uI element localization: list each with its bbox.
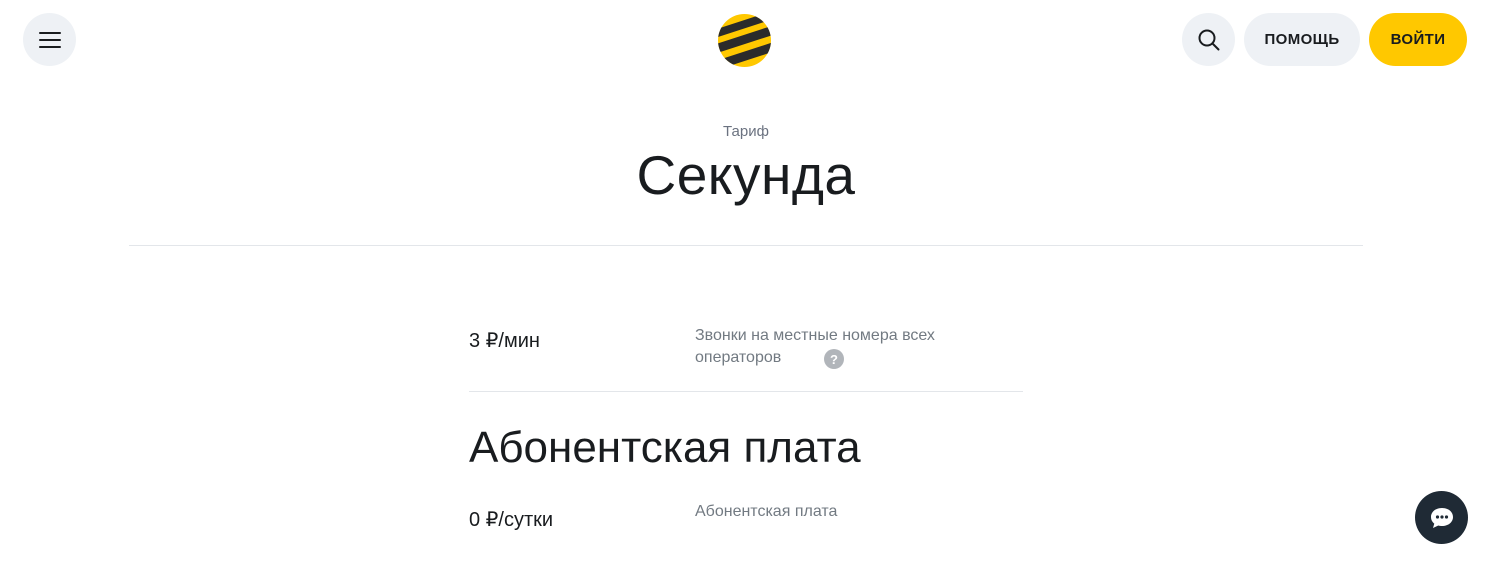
beeline-logo[interactable] [717,13,772,68]
divider [469,391,1023,392]
help-tooltip-icon[interactable]: ? [824,349,844,369]
fee-price: 0 ₽/сутки [469,509,554,531]
calls-price: 3 ₽/мин [469,330,540,352]
search-icon [1198,29,1219,50]
divider [129,245,1363,246]
tariff-eyebrow: Тариф [723,123,769,140]
page-title: Секунда [636,144,856,206]
fee-section-title: Абонентская плата [469,423,861,472]
menu-button[interactable] [23,13,76,66]
login-button[interactable]: ВОЙТИ [1369,13,1467,66]
page: ПОМОЩЬ ВОЙТИ Тариф Секунда 3 ₽/мин Звонк… [0,0,1500,576]
chat-button[interactable] [1415,491,1468,544]
chat-bubble-icon [1430,507,1453,528]
help-button[interactable]: ПОМОЩЬ [1244,13,1360,66]
hamburger-icon [38,31,61,48]
search-button[interactable] [1182,13,1235,66]
fee-description: Абонентская плата [695,503,838,520]
